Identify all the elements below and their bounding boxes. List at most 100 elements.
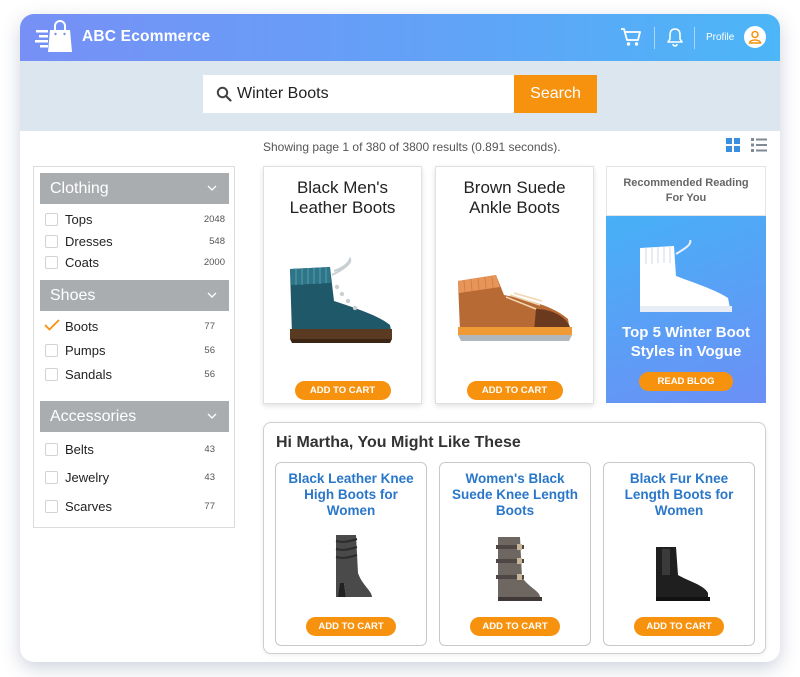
filter-count: 77 bbox=[204, 321, 215, 332]
add-to-cart-button[interactable]: ADD TO CART bbox=[634, 617, 724, 636]
category-title: Shoes bbox=[50, 287, 96, 304]
top-header: ABC Ecommerce Profile bbox=[20, 14, 780, 61]
add-to-cart-button[interactable]: ADD TO CART bbox=[294, 381, 391, 400]
filter-item-scarves[interactable]: Scarves 77 bbox=[45, 498, 225, 516]
recommended-product-title[interactable]: Black Fur Knee Length Boots for Women bbox=[604, 471, 754, 519]
personal-recommendations: Hi Martha, You Might Like These Black Le… bbox=[263, 422, 766, 654]
product-card[interactable]: Brown Suede Ankle Boots ADD TO CART bbox=[435, 166, 594, 404]
product-card[interactable]: Black Men's Leather Boots ADD TO CART bbox=[263, 166, 422, 404]
filter-count: 56 bbox=[204, 369, 215, 380]
filter-count: 77 bbox=[204, 501, 215, 512]
product-title: Black Men's Leather Boots bbox=[264, 178, 421, 218]
recommended-heading-line: For You bbox=[665, 192, 707, 204]
filter-label: Tops bbox=[65, 212, 93, 227]
filter-count: 548 bbox=[209, 236, 225, 247]
blog-title-line: Styles in Vogue bbox=[630, 343, 742, 360]
category-title: Accessories bbox=[50, 408, 137, 425]
product-title-line: Boots bbox=[495, 503, 535, 518]
app-window: ABC Ecommerce Profile Sea bbox=[20, 14, 780, 662]
blog-title-line: Top 5 Winter Boot bbox=[622, 324, 750, 341]
filter-label: Belts bbox=[65, 442, 94, 457]
checkbox[interactable] bbox=[45, 235, 58, 248]
search-button[interactable]: Search bbox=[514, 75, 597, 113]
filter-item-jewelry[interactable]: Jewelry 43 bbox=[45, 469, 225, 487]
filter-label: Boots bbox=[65, 319, 99, 334]
product-title-line: Suede Knee Length bbox=[451, 487, 578, 502]
black-fur-boot-image[interactable] bbox=[648, 543, 712, 603]
category-header-accessories[interactable]: Accessories bbox=[40, 401, 229, 432]
recommended-product-card[interactable]: Black Fur Knee Length Boots for Women AD… bbox=[603, 462, 755, 646]
filter-item-boots[interactable]: Boots 77 bbox=[44, 318, 225, 336]
filter-item-coats[interactable]: Coats 2000 bbox=[45, 254, 225, 272]
filter-item-belts[interactable]: Belts 43 bbox=[45, 441, 225, 459]
product-title-line: Black Men's bbox=[296, 178, 389, 197]
results-summary: Showing page 1 of 380 of 3800 results (0… bbox=[263, 140, 561, 154]
filter-item-pumps[interactable]: Pumps 56 bbox=[45, 342, 225, 360]
recommended-product-card[interactable]: Women's Black Suede Knee Length Boots AD… bbox=[439, 462, 591, 646]
checkbox[interactable] bbox=[45, 443, 58, 456]
checkbox[interactable] bbox=[45, 213, 58, 226]
product-title-line: Black Fur Knee bbox=[629, 471, 729, 486]
add-to-cart-button[interactable]: ADD TO CART bbox=[470, 617, 560, 636]
search-bar-area: Search bbox=[20, 61, 780, 131]
search-icon bbox=[216, 86, 232, 102]
filter-item-tops[interactable]: Tops 2048 bbox=[45, 211, 225, 229]
recommended-product-title[interactable]: Black Leather Knee High Boots for Women bbox=[276, 471, 426, 519]
checkbox[interactable] bbox=[45, 471, 58, 484]
black-knee-boot-image[interactable] bbox=[326, 533, 376, 603]
checkbox[interactable] bbox=[45, 256, 58, 269]
read-blog-button[interactable]: READ BLOG bbox=[639, 372, 733, 391]
bell-icon[interactable] bbox=[666, 27, 684, 47]
add-to-cart-button[interactable]: ADD TO CART bbox=[306, 617, 396, 636]
product-title-line: Length Boots for bbox=[624, 487, 734, 502]
cart-icon[interactable] bbox=[620, 26, 642, 48]
avatar[interactable] bbox=[744, 26, 766, 48]
chevron-down-icon bbox=[207, 292, 217, 298]
category-title: Clothing bbox=[50, 180, 109, 197]
product-title-line: Women's Black bbox=[465, 471, 565, 486]
search-box bbox=[203, 75, 514, 113]
list-view-icon[interactable] bbox=[751, 138, 767, 152]
filter-label: Scarves bbox=[65, 499, 112, 514]
recommended-product-title[interactable]: Women's Black Suede Knee Length Boots bbox=[440, 471, 590, 519]
checkbox[interactable] bbox=[45, 344, 58, 357]
recommended-heading-line: Recommended Reading bbox=[623, 177, 749, 189]
grid-view-icon[interactable] bbox=[726, 138, 740, 152]
product-title-line: Ankle Boots bbox=[469, 198, 560, 217]
recommended-product-card[interactable]: Black Leather Knee High Boots for Women … bbox=[275, 462, 427, 646]
category-header-shoes[interactable]: Shoes bbox=[40, 280, 229, 311]
filter-label: Coats bbox=[65, 255, 99, 270]
checkbox[interactable] bbox=[45, 368, 58, 381]
filter-label: Pumps bbox=[65, 343, 106, 358]
filter-count: 43 bbox=[204, 472, 215, 483]
filter-count: 56 bbox=[204, 345, 215, 356]
checkbox[interactable] bbox=[45, 500, 58, 513]
profile-link[interactable]: Profile bbox=[706, 32, 734, 43]
user-icon bbox=[748, 30, 762, 44]
product-title-line: Brown Suede bbox=[463, 178, 566, 197]
blog-title[interactable]: Top 5 Winter Boot Styles in Vogue bbox=[606, 323, 766, 361]
shopping-bag-icon[interactable] bbox=[34, 20, 74, 54]
recommended-heading: Recommended Reading For You bbox=[606, 166, 766, 216]
filter-label: Jewelry bbox=[65, 470, 110, 485]
product-title-line: Black Leather Knee bbox=[288, 471, 414, 486]
product-title-line: Leather Boots bbox=[289, 198, 396, 217]
filter-count: 43 bbox=[204, 444, 215, 455]
product-title-line: High Boots for bbox=[304, 487, 398, 502]
filter-item-sandals[interactable]: Sandals 56 bbox=[45, 366, 225, 384]
product-title-line: Women bbox=[654, 503, 704, 518]
app-title: ABC Ecommerce bbox=[82, 28, 211, 45]
chevron-down-icon bbox=[207, 413, 217, 419]
suede-knee-boot-image[interactable] bbox=[488, 535, 544, 603]
white-boot-illustration bbox=[640, 240, 732, 312]
category-header-clothing[interactable]: Clothing bbox=[40, 173, 229, 204]
search-input[interactable] bbox=[237, 81, 507, 107]
recommended-reading-card[interactable]: Recommended Reading For You Top 5 Winter… bbox=[606, 166, 766, 403]
brown-suede-boot-image[interactable] bbox=[452, 269, 578, 345]
add-to-cart-button[interactable]: ADD TO CART bbox=[466, 381, 563, 400]
checkmark-icon[interactable] bbox=[44, 318, 60, 332]
recommendations-heading: Hi Martha, You Might Like These bbox=[276, 434, 521, 451]
product-title: Brown Suede Ankle Boots bbox=[436, 178, 593, 218]
filter-item-dresses[interactable]: Dresses 548 bbox=[45, 233, 225, 251]
black-leather-boot-image[interactable] bbox=[282, 257, 402, 347]
